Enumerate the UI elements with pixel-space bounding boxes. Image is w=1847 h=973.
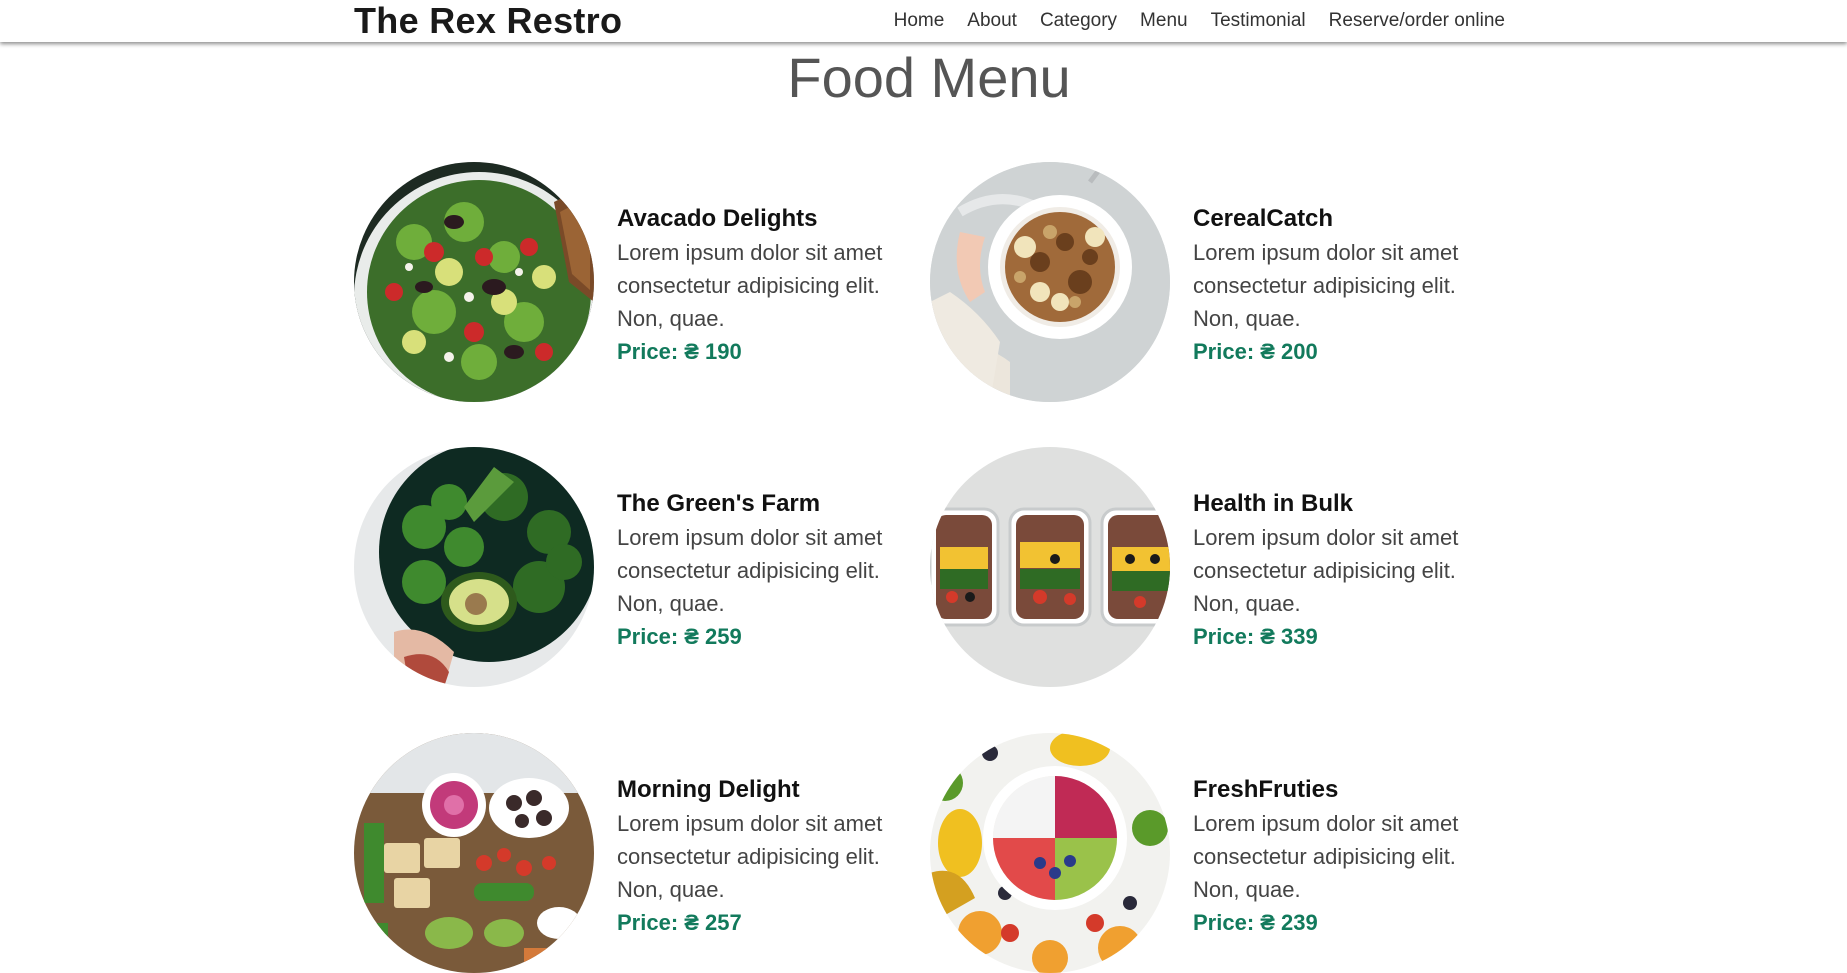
item-price: Price: ₴ 239 [1193,910,1318,935]
menu-item: CerealCatch Lorem ipsum dolor sit amet c… [930,162,1490,402]
menu-item: Avacado Delights Lorem ipsum dolor sit a… [354,162,914,402]
fruit-bowl-image [930,733,1170,973]
nav-menu[interactable]: Menu [1140,10,1188,32]
brand-logo[interactable]: The Rex Restro [354,0,622,42]
item-price: Price: ₴ 259 [617,624,742,649]
item-info: Avacado Delights Lorem ipsum dolor sit a… [617,202,927,368]
avocado-salad-image [354,162,594,402]
item-info: CerealCatch Lorem ipsum dolor sit amet c… [1193,202,1503,368]
item-price: Price: ₴ 257 [617,910,742,935]
item-description: Lorem ipsum dolor sit amet consectetur a… [1193,525,1459,616]
menu-item: Morning Delight Lorem ipsum dolor sit am… [354,733,914,973]
item-price: Price: ₴ 190 [617,339,742,364]
item-info: Morning Delight Lorem ipsum dolor sit am… [617,773,927,939]
nav-category[interactable]: Category [1040,10,1117,32]
item-info: FreshFruties Lorem ipsum dolor sit amet … [1193,773,1503,939]
menu-item: Health in Bulk Lorem ipsum dolor sit ame… [930,447,1490,687]
meal-prep-image [930,447,1170,687]
item-name: Health in Bulk [1193,490,1354,517]
granola-bowl-image [930,162,1170,402]
item-name: FreshFruties [1193,776,1339,803]
item-price: Price: ₴ 200 [1193,339,1318,364]
nav-reserve-order[interactable]: Reserve/order online [1329,10,1505,32]
item-description: Lorem ipsum dolor sit amet consectetur a… [1193,811,1459,902]
navbar: The Rex Restro Home About Category Menu … [0,0,1847,42]
item-info: Health in Bulk Lorem ipsum dolor sit ame… [1193,487,1503,653]
item-name: CerealCatch [1193,205,1334,232]
menu-item: The Green's Farm Lorem ipsum dolor sit a… [354,447,914,687]
nav-links: Home About Category Menu Testimonial Res… [894,0,1505,42]
snack-platter-image [354,733,594,973]
item-price: Price: ₴ 339 [1193,624,1318,649]
nav-home[interactable]: Home [894,10,945,32]
item-name: The Green's Farm [617,490,821,517]
item-description: Lorem ipsum dolor sit amet consectetur a… [617,811,883,902]
item-info: The Green's Farm Lorem ipsum dolor sit a… [617,487,927,653]
item-description: Lorem ipsum dolor sit amet consectetur a… [617,525,883,616]
item-name: Avacado Delights [617,205,818,232]
menu-item: FreshFruties Lorem ipsum dolor sit amet … [930,733,1490,973]
page-title: Food Menu [787,46,1071,109]
green-vegetables-image [354,447,594,687]
nav-testimonial[interactable]: Testimonial [1211,10,1306,32]
item-description: Lorem ipsum dolor sit amet consectetur a… [617,240,883,331]
item-description: Lorem ipsum dolor sit amet consectetur a… [1193,240,1459,331]
item-name: Morning Delight [617,776,800,803]
nav-about[interactable]: About [967,10,1017,32]
